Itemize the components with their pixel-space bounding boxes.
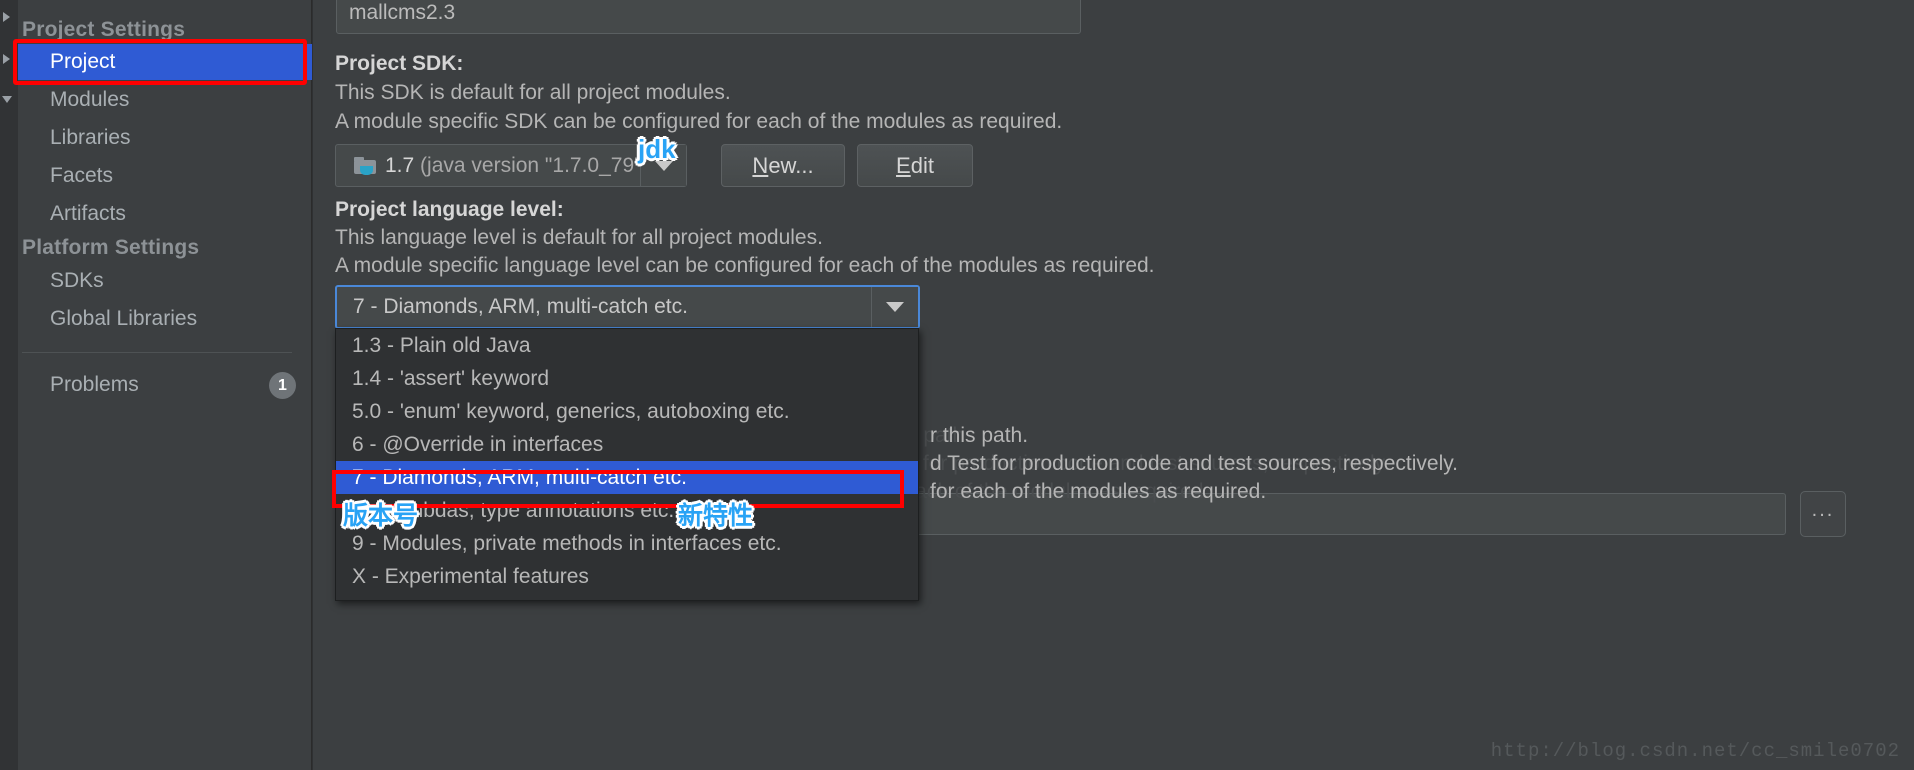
annotation-version-number: 版本号 bbox=[343, 502, 419, 530]
compiler-output-visible-tail-2: r this path. bbox=[930, 424, 1029, 447]
edit-button-rest: dit bbox=[910, 152, 934, 178]
dropdown-option-x[interactable]: X - Experimental features bbox=[336, 560, 918, 593]
settings-sidebar: Project Settings Project Modules Librari… bbox=[0, 0, 312, 770]
sidebar-group-platform-settings: Platform Settings bbox=[22, 236, 200, 259]
annotation-new-features: 新特性 bbox=[678, 502, 754, 530]
project-language-level-dropdown-arrow[interactable] bbox=[871, 287, 918, 327]
sidebar-item-problems[interactable]: Problems bbox=[50, 373, 139, 397]
tree-expand-arrow-1[interactable] bbox=[3, 12, 10, 22]
project-settings-panel: mallcms2.3 Project SDK: This SDK is defa… bbox=[313, 0, 1914, 770]
project-language-level-selected-value: 7 - Diamonds, ARM, multi-catch etc. bbox=[353, 295, 688, 318]
language-level-dropdown-list[interactable]: 1.3 - Plain old Java 1.4 - 'assert' keyw… bbox=[332, 328, 919, 601]
edit-button-mnemonic: E bbox=[896, 152, 911, 178]
project-name-input[interactable]: mallcms2.3 bbox=[336, 0, 1081, 34]
project-language-level-desc-line-2: A module specific language level can be … bbox=[335, 254, 1155, 277]
dropdown-option-9[interactable]: 9 - Modules, private methods in interfac… bbox=[336, 527, 918, 560]
tree-expand-arrow-2[interactable] bbox=[3, 54, 10, 64]
sidebar-item-project[interactable]: Project bbox=[18, 44, 312, 80]
sidebar-item-modules[interactable]: Modules bbox=[50, 88, 129, 112]
project-sdk-desc-line-1: This SDK is default for all project modu… bbox=[335, 81, 731, 104]
settings-dialog: Project Settings Project Modules Librari… bbox=[0, 0, 1914, 770]
project-sdk-desc-line-2: A module specific SDK can be configured … bbox=[335, 110, 1063, 133]
dropdown-option-5-0[interactable]: 5.0 - 'enum' keyword, generics, autoboxi… bbox=[336, 395, 918, 428]
sidebar-item-global-libraries[interactable]: Global Libraries bbox=[50, 307, 197, 331]
sidebar-item-libraries[interactable]: Libraries bbox=[50, 126, 131, 150]
project-sdk-combobox[interactable]: 1.7 (java version "1.7.0_79") bbox=[335, 144, 687, 187]
sidebar-group-project-settings: Project Settings bbox=[22, 18, 186, 41]
dropdown-option-6[interactable]: 6 - @Override in interfaces bbox=[336, 428, 918, 461]
dropdown-option-1-3[interactable]: 1.3 - Plain old Java bbox=[336, 329, 918, 362]
new-sdk-button[interactable]: New... bbox=[721, 144, 845, 187]
edit-sdk-button[interactable]: Edit bbox=[857, 144, 973, 187]
sidebar-divider bbox=[22, 352, 292, 353]
project-settings-content: mallcms2.3 Project SDK: This SDK is defa… bbox=[313, 0, 1914, 770]
dropdown-option-7[interactable]: 7 - Diamonds, ARM, multi-catch etc. bbox=[336, 461, 918, 494]
sidebar-item-project-label: Project bbox=[50, 50, 116, 73]
sdk-folder-java-icon bbox=[354, 157, 376, 175]
project-sdk-detail: (java version "1.7.0_79") bbox=[420, 153, 649, 177]
problems-count-badge: 1 bbox=[269, 372, 296, 399]
project-compiler-output-browse-button[interactable]: ... bbox=[1800, 491, 1846, 537]
dropdown-option-8[interactable]: 8 - Lambdas, type annotations etc. bbox=[336, 494, 918, 527]
project-sdk-title: Project SDK: bbox=[335, 52, 464, 75]
project-language-level-combobox[interactable]: 7 - Diamonds, ARM, multi-catch etc. bbox=[335, 285, 920, 329]
tree-collapse-arrow-3[interactable] bbox=[2, 96, 12, 103]
new-button-mnemonic: N bbox=[752, 152, 769, 178]
dropdown-option-1-4[interactable]: 1.4 - 'assert' keyword bbox=[336, 362, 918, 395]
sidebar-item-artifacts[interactable]: Artifacts bbox=[50, 202, 126, 226]
sidebar-item-sdks[interactable]: SDKs bbox=[50, 269, 104, 293]
blog-watermark: http://blog.csdn.net/cc_smile0702 bbox=[1490, 740, 1900, 762]
project-language-level-title: Project language level: bbox=[335, 198, 564, 221]
sidebar-item-facets[interactable]: Facets bbox=[50, 164, 113, 188]
chevron-down-icon bbox=[886, 302, 904, 312]
project-sdk-selected-value: 1.7 (java version "1.7.0_79") bbox=[385, 154, 649, 178]
compiler-output-visible-tail-3: d Test for production code and test sour… bbox=[930, 452, 1459, 475]
sidebar-tree-gutter bbox=[0, 0, 18, 770]
annotation-jdk: jdk bbox=[638, 134, 676, 164]
new-button-rest: ew... bbox=[768, 152, 814, 178]
project-sdk-version: 1.7 bbox=[385, 153, 415, 177]
compiler-output-visible-tail-4: for each of the modules as required. bbox=[930, 480, 1267, 503]
project-language-level-desc-line-1: This language level is default for all p… bbox=[335, 226, 823, 249]
